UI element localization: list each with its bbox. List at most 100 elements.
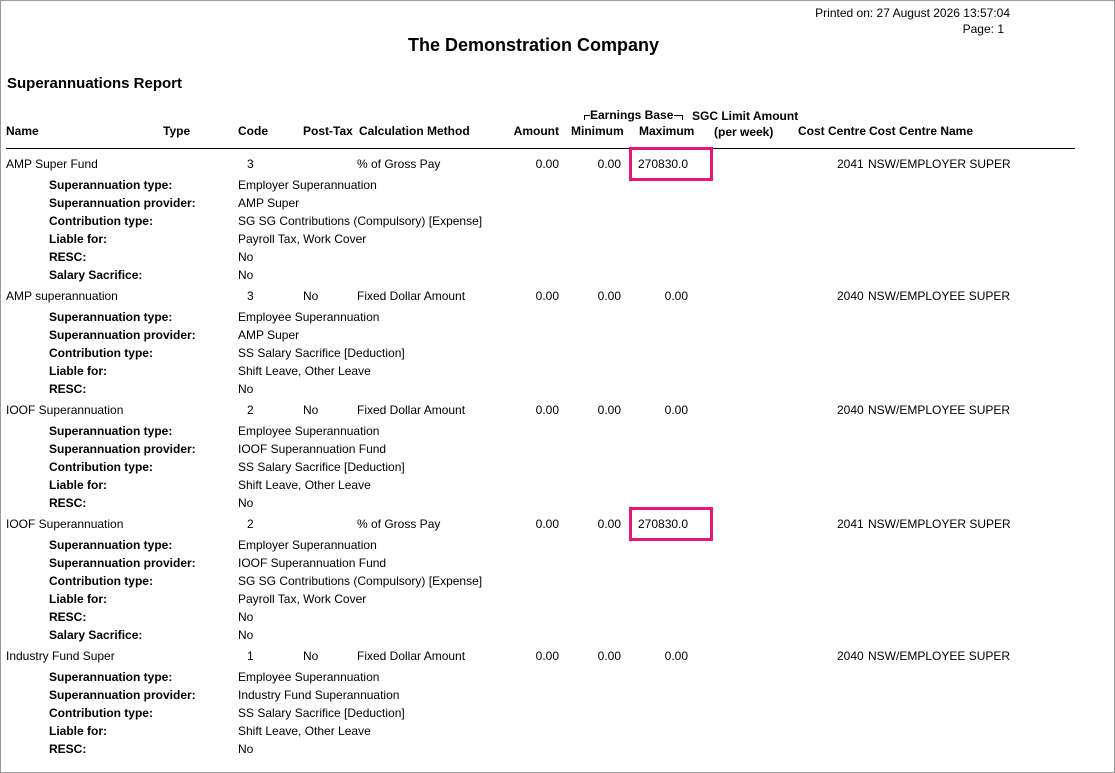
col-amount: Amount (513, 124, 559, 138)
fund-name: Industry Fund Super (6, 649, 115, 663)
fund-name: IOOF Superannuation (6, 517, 124, 531)
fund-name: AMP superannuation (6, 289, 118, 303)
fund-minimum: 0.00 (597, 157, 621, 171)
detail-value: SS Salary Sacrifice [Deduction] (238, 346, 405, 360)
detail-value: IOOF Superannuation Fund (238, 442, 387, 456)
detail-value: Payroll Tax, Work Cover (238, 232, 367, 246)
detail-value: SG SG Contributions (Compulsory) [Expens… (238, 214, 483, 228)
detail-value: Employee Superannuation (238, 310, 380, 324)
detail-label: Superannuation provider: (49, 196, 196, 210)
detail-value: No (238, 382, 254, 396)
fund-maximum: 0.00 (664, 289, 688, 303)
fund-cost-centre: 2041 (837, 517, 864, 531)
printed-on: Printed on: 27 August 2026 13:57:04 (815, 6, 1010, 20)
col-cost-centre: Cost Centre (798, 124, 867, 138)
earnings-bracket-right (674, 115, 682, 116)
detail-value: No (238, 250, 254, 264)
detail-value: No (238, 610, 254, 624)
detail-label: Superannuation provider: (49, 328, 196, 342)
detail-label: Liable for: (49, 364, 108, 378)
detail-label: Liable for: (49, 478, 108, 492)
detail-label: Superannuation provider: (49, 688, 196, 702)
fund-calc-method: Fixed Dollar Amount (357, 289, 466, 303)
detail-label: Superannuation type: (49, 310, 173, 324)
col-cost-centre-name: Cost Centre Name (869, 124, 974, 138)
company-name: The Demonstration Company (408, 35, 660, 55)
fund-code: 1 (247, 649, 254, 663)
detail-value: Employer Superannuation (238, 538, 377, 552)
detail-label: Superannuation type: (49, 178, 173, 192)
fund-code: 2 (247, 403, 254, 417)
fund-amount: 0.00 (535, 517, 559, 531)
fund-post-tax: No (303, 403, 319, 417)
fund-code: 3 (247, 289, 254, 303)
col-post-tax: Post-Tax (303, 124, 353, 138)
fund-calc-method: Fixed Dollar Amount (357, 649, 466, 663)
col-maximum: Maximum (639, 124, 695, 138)
detail-value: No (238, 742, 254, 756)
fund-amount: 0.00 (535, 403, 559, 417)
fund-amount: 0.00 (535, 157, 559, 171)
detail-label: Superannuation type: (49, 424, 173, 438)
detail-value: Employee Superannuation (238, 670, 380, 684)
fund-cost-centre-name: NSW/EMPLOYEE SUPER (868, 403, 1011, 417)
detail-value: SS Salary Sacrifice [Deduction] (238, 460, 405, 474)
detail-label: RESC: (49, 610, 87, 624)
detail-label: Superannuation type: (49, 538, 173, 552)
detail-label: RESC: (49, 742, 87, 756)
fund-cost-centre-name: NSW/EMPLOYER SUPER (868, 517, 1011, 531)
fund-amount: 0.00 (535, 649, 559, 663)
fund-minimum: 0.00 (597, 517, 621, 531)
fund-name: AMP Super Fund (6, 157, 98, 171)
detail-label: Contribution type: (49, 346, 153, 360)
detail-label: Contribution type: (49, 214, 153, 228)
fund-code: 3 (247, 157, 254, 171)
detail-value: Industry Fund Superannuation (238, 688, 400, 702)
col-earnings-base: Earnings Base (590, 108, 674, 122)
detail-label: Liable for: (49, 592, 108, 606)
fund-cost-centre: 2040 (837, 403, 864, 417)
detail-label: Superannuation provider: (49, 442, 196, 456)
fund-name: IOOF Superannuation (6, 403, 124, 417)
report-title: Superannuations Report (7, 75, 183, 92)
fund-cost-centre-name: NSW/EMPLOYER SUPER (868, 157, 1011, 171)
col-calc-method: Calculation Method (359, 124, 470, 138)
col-name: Name (6, 124, 39, 138)
col-type: Type (163, 124, 191, 138)
col-code: Code (238, 124, 268, 138)
fund-maximum: 0.00 (664, 649, 688, 663)
detail-value: AMP Super (238, 328, 300, 342)
detail-value: SS Salary Sacrifice [Deduction] (238, 706, 405, 720)
fund-cost-centre: 2041 (837, 157, 864, 171)
fund-calc-method: Fixed Dollar Amount (357, 403, 466, 417)
fund-maximum: 0.00 (664, 403, 688, 417)
col-per-week: (per week) (714, 125, 774, 139)
fund-cost-centre: 2040 (837, 649, 864, 663)
fund-amount: 0.00 (535, 289, 559, 303)
maximum-highlight-box (629, 147, 713, 181)
fund-minimum: 0.00 (597, 403, 621, 417)
fund-calc-method: % of Gross Pay (357, 157, 441, 171)
col-minimum: Minimum (571, 124, 624, 138)
detail-label: RESC: (49, 382, 87, 396)
detail-label: Contribution type: (49, 460, 153, 474)
detail-value: IOOF Superannuation Fund (238, 556, 387, 570)
detail-label: Superannuation provider: (49, 556, 196, 570)
fund-post-tax: No (303, 649, 319, 663)
fund-cost-centre-name: NSW/EMPLOYEE SUPER (868, 289, 1011, 303)
detail-value: No (238, 628, 254, 642)
col-sgc-limit: SGC Limit Amount (692, 109, 799, 123)
detail-value: Shift Leave, Other Leave (238, 724, 371, 738)
detail-label: Superannuation type: (49, 670, 173, 684)
fund-cost-centre-name: NSW/EMPLOYEE SUPER (868, 649, 1011, 663)
detail-value: No (238, 496, 254, 510)
fund-post-tax: No (303, 289, 319, 303)
detail-label: Liable for: (49, 232, 108, 246)
detail-value: Employer Superannuation (238, 178, 377, 192)
detail-value: AMP Super (238, 196, 300, 210)
detail-value: Shift Leave, Other Leave (238, 364, 371, 378)
detail-value: Payroll Tax, Work Cover (238, 592, 367, 606)
detail-value: Employee Superannuation (238, 424, 380, 438)
detail-label: Liable for: (49, 724, 108, 738)
fund-code: 2 (247, 517, 254, 531)
